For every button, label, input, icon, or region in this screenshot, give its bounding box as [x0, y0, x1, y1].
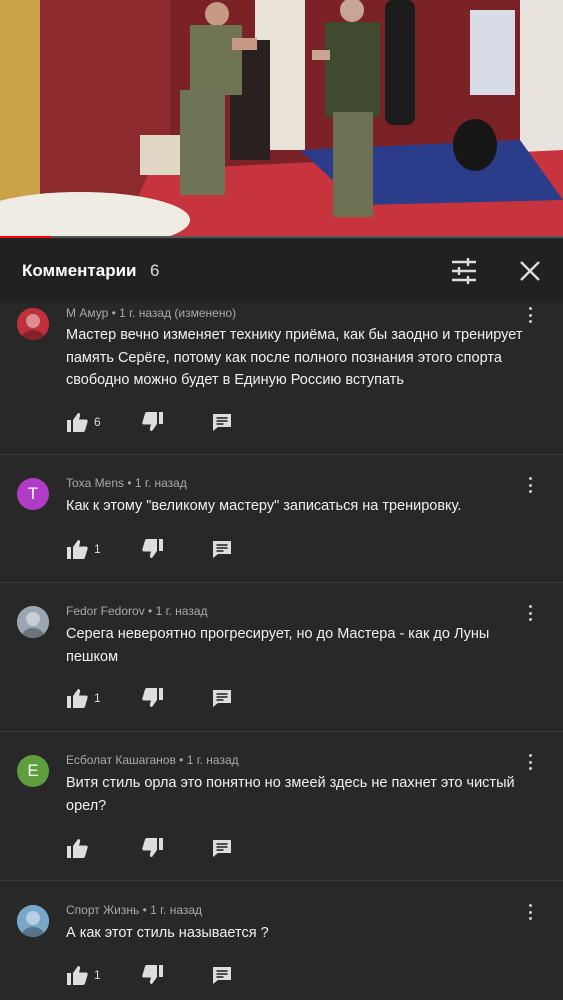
like-count: 1	[94, 542, 101, 556]
thumb-down-icon	[142, 838, 164, 858]
like-button[interactable]: 1	[66, 538, 101, 560]
reply-comment-icon	[212, 540, 232, 559]
comment-timestamp: • 1 г. назад	[175, 753, 239, 767]
thumb-up-icon	[66, 412, 88, 432]
like-button[interactable]: 1	[66, 687, 101, 709]
comment-meta: Toxa Mens • 1 г. назад	[66, 476, 187, 490]
comment-meta: М Амур • 1 г. назад (изменено)	[66, 306, 236, 320]
more-options-icon[interactable]	[524, 307, 536, 323]
comment-avatar[interactable]: T	[17, 478, 49, 510]
thumb-down-icon	[142, 965, 164, 985]
comment-meta: Fedor Fedorov • 1 г. назад	[66, 604, 208, 618]
avatar-image	[17, 905, 49, 937]
dislike-button[interactable]	[142, 964, 164, 986]
comments-header: Комментарии 6	[0, 239, 563, 303]
avatar-letter: E	[27, 761, 39, 780]
more-options-icon[interactable]	[524, 904, 536, 920]
comment-avatar[interactable]	[17, 308, 49, 340]
comment-item: М Амур • 1 г. назад (изменено) Мастер веч…	[0, 304, 563, 455]
thumb-up-icon	[66, 539, 88, 559]
close-button[interactable]	[514, 255, 546, 287]
reply-button[interactable]	[212, 538, 232, 560]
thumb-up-icon	[66, 688, 88, 708]
thumb-down-icon	[142, 688, 164, 708]
like-button[interactable]: 6	[66, 411, 101, 433]
comment-item: E Есболат Кашаганов • 1 г. назад Витя стил…	[0, 731, 563, 881]
comment-text: А как этот стиль называется ?	[66, 925, 269, 941]
reply-comment-icon	[212, 689, 232, 708]
thumb-up-icon	[66, 965, 88, 985]
video-progress-fill	[0, 236, 51, 238]
dislike-button[interactable]	[142, 411, 164, 433]
dislike-button[interactable]	[142, 687, 164, 709]
comment-avatar[interactable]	[17, 606, 49, 638]
dislike-button[interactable]	[142, 837, 164, 859]
close-icon	[520, 261, 540, 281]
avatar-image	[17, 308, 49, 340]
more-options-icon[interactable]	[524, 754, 536, 770]
sort-filter-icon	[452, 258, 476, 284]
video-player[interactable]	[0, 0, 563, 238]
thumb-down-icon	[142, 539, 164, 559]
reply-comment-icon	[212, 839, 232, 858]
comment-item: Fedor Fedorov • 1 г. назад Серега невероя…	[0, 582, 563, 732]
comment-timestamp: • 1 г. назад (изменено)	[108, 306, 237, 320]
reply-comment-icon	[212, 413, 232, 432]
reply-comment-icon	[212, 966, 232, 985]
reply-button[interactable]	[212, 964, 232, 986]
more-options-icon[interactable]	[524, 605, 536, 621]
thumb-up-icon	[66, 838, 88, 858]
reply-button[interactable]	[212, 837, 232, 859]
comment-author[interactable]: Есболат Кашаганов	[66, 753, 176, 767]
comment-meta: Спорт Жизнь • 1 г. назад	[66, 903, 202, 917]
avatar-letter: T	[27, 484, 39, 503]
like-button[interactable]: 1	[66, 964, 101, 986]
comments-title: Комментарии	[22, 261, 137, 280]
comment-author[interactable]: Спорт Жизнь	[66, 903, 139, 917]
comment-item: Спорт Жизнь • 1 г. назад А как этот стиль…	[0, 880, 563, 1000]
comment-timestamp: • 1 г. назад	[144, 604, 208, 618]
comment-meta: Есболат Кашаганов • 1 г. назад	[66, 753, 239, 767]
comment-timestamp: • 1 г. назад	[139, 903, 203, 917]
comment-text: Мастер вечно изменяет технику приёма, ка…	[66, 327, 523, 388]
like-count: 1	[94, 691, 101, 705]
sort-button[interactable]	[448, 255, 480, 287]
like-count: 1	[94, 968, 101, 982]
like-button[interactable]	[66, 837, 94, 859]
comment-timestamp: • 1 г. назад	[124, 476, 187, 490]
comment-text: Как к этому "великому мастеру" записатьс…	[66, 498, 462, 514]
comments-count: 6	[150, 261, 160, 280]
more-options-icon[interactable]	[524, 477, 536, 493]
comment-avatar[interactable]	[17, 905, 49, 937]
like-count: 6	[94, 415, 101, 429]
dislike-button[interactable]	[142, 538, 164, 560]
comment-item: T Toxa Mens • 1 г. назад Как к этому "вели…	[0, 454, 563, 583]
reply-button[interactable]	[212, 687, 232, 709]
video-progress-bar[interactable]	[0, 236, 563, 238]
avatar-image	[17, 606, 49, 638]
comment-avatar[interactable]: E	[17, 755, 49, 787]
comment-author[interactable]: Toxa Mens	[66, 476, 124, 490]
comment-author[interactable]: Fedor Fedorov	[66, 604, 145, 618]
reply-button[interactable]	[212, 411, 232, 433]
comment-text: Серега невероятно прогресирует, но до Ма…	[66, 626, 490, 665]
comment-author[interactable]: М Амур	[66, 306, 108, 320]
comment-text: Витя стиль орла это понятно но змеей зде…	[66, 775, 515, 814]
video-frame	[0, 0, 563, 238]
thumb-down-icon	[142, 412, 164, 432]
